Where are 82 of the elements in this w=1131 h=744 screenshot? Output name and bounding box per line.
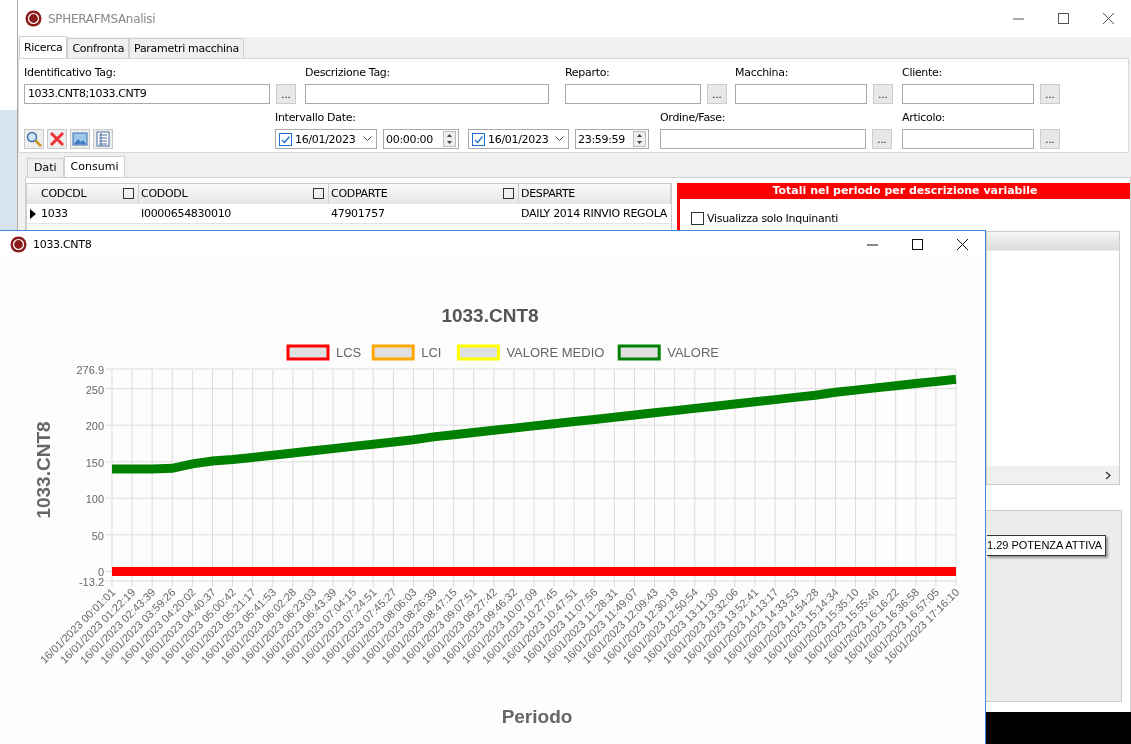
y-tick-label: 200: [85, 420, 104, 433]
browse-button[interactable]: ...: [872, 129, 892, 149]
y-tick-label: 50: [91, 529, 104, 542]
chevron-right-icon: [1105, 470, 1111, 480]
legend-swatch[interactable]: [371, 344, 415, 361]
legend-label[interactable]: VALORE: [667, 345, 719, 360]
checkbox[interactable]: [691, 211, 704, 225]
horizontal-scrollbar[interactable]: [987, 466, 1119, 484]
input-field[interactable]: [565, 84, 701, 104]
filter-box-icon[interactable]: [123, 188, 134, 199]
legend-label[interactable]: LCS: [336, 345, 362, 360]
browse-button[interactable]: ...: [1040, 129, 1060, 149]
table-cell-text: 47901757: [330, 206, 386, 222]
filter-box-icon[interactable]: [313, 188, 324, 199]
checkbox-label: Visualizza solo Inquinanti: [707, 211, 838, 225]
date-picker[interactable]: 16/01/2023: [275, 129, 377, 149]
tooltip: 1.29 POTENZA ATTIVA: [987, 535, 1107, 556]
legend-swatch[interactable]: [286, 344, 330, 361]
table-cell-text: DAILY 2014 RINVIO REGOLA: [520, 206, 668, 222]
panel-header: Totali nel periodo per descrizione variabile: [680, 183, 1130, 199]
close-icon: [1103, 13, 1114, 24]
maximize-icon: [912, 239, 923, 250]
legend-label[interactable]: VALORE MEDIO: [506, 345, 605, 360]
table-cell-text: I0000654830010: [140, 206, 233, 222]
tab[interactable]: Consumi: [63, 156, 126, 177]
field-label: Articolo:: [902, 111, 946, 126]
field-label: Ordine/Fase:: [660, 111, 727, 126]
field-label: Macchina:: [735, 66, 790, 81]
y-tick-label: -13.2: [78, 576, 104, 588]
y-tick-label: 150: [85, 456, 104, 469]
legend-swatch[interactable]: [617, 344, 661, 361]
column-header[interactable]: DESPARTE: [521, 187, 670, 200]
column-header[interactable]: CODCDL: [41, 187, 123, 200]
search-button[interactable]: [24, 129, 44, 149]
input-field[interactable]: [660, 129, 866, 149]
date-picker[interactable]: 16/01/2023: [468, 129, 569, 149]
y-tick-label: 250: [85, 383, 104, 396]
caret-icon: [363, 136, 372, 142]
tab[interactable]: Ricerca: [19, 36, 68, 58]
y-tick-label: 100: [85, 493, 104, 506]
maximize-icon: [1058, 13, 1069, 24]
app-logo-icon: [25, 10, 42, 27]
caret-icon: [555, 136, 564, 142]
y-tick-label: 276.9: [76, 364, 104, 376]
y-axis-title: 1033.CNT8: [33, 421, 54, 519]
clear-button[interactable]: [47, 129, 67, 149]
x-axis-title: Periodo: [501, 706, 573, 727]
time-picker[interactable]: 00:00:00: [383, 129, 459, 149]
input-field[interactable]: [735, 84, 867, 104]
field-label: Cliente:: [902, 66, 943, 81]
window-title: 1033.CNT8: [33, 238, 92, 251]
field-label: Descrizione Tag:: [305, 66, 391, 81]
field-label: Identificativo Tag:: [24, 66, 117, 81]
y-tick-label: 0: [97, 566, 104, 579]
close-icon: [957, 239, 968, 250]
browse-button[interactable]: ...: [707, 84, 727, 104]
input-field[interactable]: [902, 129, 1034, 149]
filter-box-icon[interactable]: [503, 188, 514, 199]
column-header[interactable]: CODPARTE: [331, 187, 503, 200]
table-button[interactable]: [93, 129, 113, 149]
checkbox[interactable]: [472, 132, 485, 146]
time-picker[interactable]: 23:59:59: [575, 129, 649, 149]
tab[interactable]: Parametri macchina: [129, 38, 244, 58]
input-field[interactable]: 1033.CNT8;1033.CNT9: [24, 84, 270, 104]
spinner-icon[interactable]: [443, 131, 456, 147]
column-header[interactable]: CODODL: [141, 187, 313, 200]
spinner-icon[interactable]: [633, 131, 646, 147]
window-title: SPHERAFMSAnalisi: [48, 11, 156, 26]
checkbox[interactable]: [279, 132, 292, 146]
legend-label[interactable]: LCI: [421, 345, 442, 360]
app-logo-icon: [10, 236, 27, 253]
field-label: Intervallo Date:: [275, 111, 357, 126]
browse-button[interactable]: ...: [873, 84, 893, 104]
tab[interactable]: Confronta: [67, 38, 130, 58]
field-label: Reparto:: [565, 66, 611, 81]
chart-title: 1033.CNT8: [441, 305, 539, 326]
input-field[interactable]: [305, 84, 549, 104]
table-cell-text: 1033: [40, 206, 69, 222]
image-button[interactable]: [70, 129, 90, 149]
browse-button[interactable]: ...: [1040, 84, 1060, 104]
input-field[interactable]: [902, 84, 1034, 104]
browse-button[interactable]: ...: [276, 84, 296, 104]
